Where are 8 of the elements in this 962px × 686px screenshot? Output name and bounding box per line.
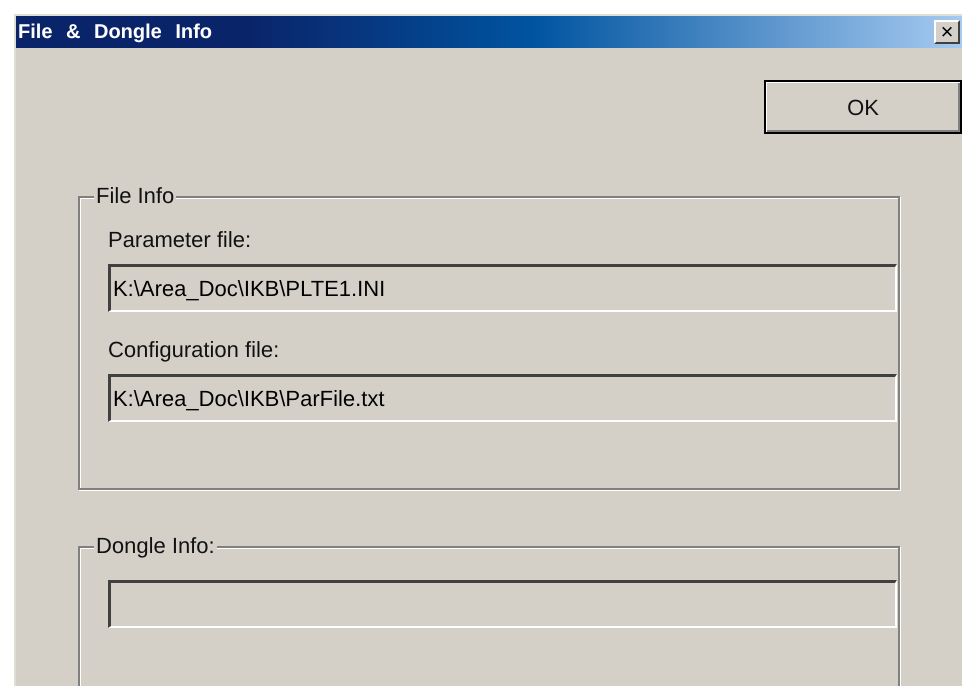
close-button[interactable]: ×	[934, 20, 960, 44]
window-title: File & Dongle Info	[18, 20, 212, 45]
text-field[interactable]: K:\Area_Doc\IKB\PLTE1.INI	[108, 264, 897, 312]
ok-button[interactable]: OK	[764, 80, 962, 134]
field-label: Configuration file:	[108, 336, 280, 364]
text-field[interactable]: K:\Area_Doc\IKB\ParFile.txt	[108, 374, 897, 422]
text-field[interactable]	[108, 580, 897, 628]
field-label: Parameter file:	[108, 226, 252, 254]
